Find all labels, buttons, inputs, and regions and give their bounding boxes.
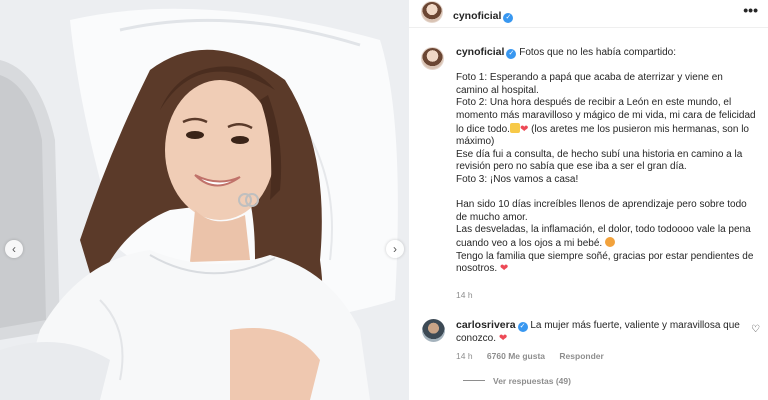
view-replies-button[interactable]: Ver respuestas (49) <box>463 376 571 386</box>
photo-illustration <box>0 0 409 400</box>
post-side-panel: cynoficial ✓ ••• cynoficial ✓ Fotos que no… <box>409 0 768 400</box>
post-caption: cynoficial ✓ Fotos que no les había compa… <box>456 46 756 276</box>
author-username[interactable]: cynoficial <box>453 10 501 22</box>
comment: carlosrivera ✓ La mujer más fuerte, valie… <box>456 319 746 345</box>
chevron-right-icon[interactable]: › <box>386 240 404 258</box>
emoji-icon <box>509 122 520 133</box>
caption-paragraph: Han sido 10 días increíbles llenos de ap… <box>456 199 747 223</box>
caption-timestamp[interactable]: 14 h <box>456 290 473 300</box>
header-divider <box>409 27 768 28</box>
post-photo: ‹ › <box>0 0 409 400</box>
heart-icon: ❤ <box>519 123 529 135</box>
comment-meta: 14 h 6760 Me gusta Responder <box>456 351 616 361</box>
caption-line: Foto 1: Esperando a papá que acaba de at… <box>456 72 723 96</box>
heart-icon: ❤ <box>499 263 509 275</box>
caption-line: Foto 3: ¡Nos vamos a casa! <box>456 173 579 185</box>
caption-avatar[interactable] <box>421 47 444 70</box>
caption-paragraph: Las desveladas, la inflamación, el dolor… <box>456 224 751 249</box>
post-header: cynoficial ✓ ••• <box>409 0 768 26</box>
caption-line: Ese día fui a consulta, de hecho subí un… <box>456 148 743 173</box>
verified-badge-icon: ✓ <box>506 49 517 59</box>
reply-button[interactable]: Responder <box>559 351 603 361</box>
view-replies-label[interactable]: Ver respuestas (49) <box>493 376 571 386</box>
more-options-button[interactable]: ••• <box>743 2 758 18</box>
heart-icon: ❤ <box>498 332 508 344</box>
replies-divider <box>463 380 485 381</box>
commenter-avatar[interactable] <box>422 319 445 342</box>
smiling-face-icon <box>605 236 615 247</box>
verified-badge-icon: ✓ <box>517 322 528 332</box>
caption-username[interactable]: cynoficial <box>456 46 504 58</box>
caption-intro: Fotos que no les había compartido: <box>519 47 676 58</box>
chevron-left-icon[interactable]: ‹ <box>5 240 23 258</box>
comment-username[interactable]: carlosrivera <box>456 319 516 331</box>
comment-timestamp[interactable]: 14 h <box>456 351 473 361</box>
verified-badge-icon: ✓ <box>503 13 514 23</box>
like-comment-icon[interactable]: ♡ <box>751 324 760 335</box>
comment-likes[interactable]: 6760 Me gusta <box>487 351 545 361</box>
post-author: cynoficial ✓ <box>453 6 514 24</box>
avatar[interactable] <box>421 1 443 23</box>
